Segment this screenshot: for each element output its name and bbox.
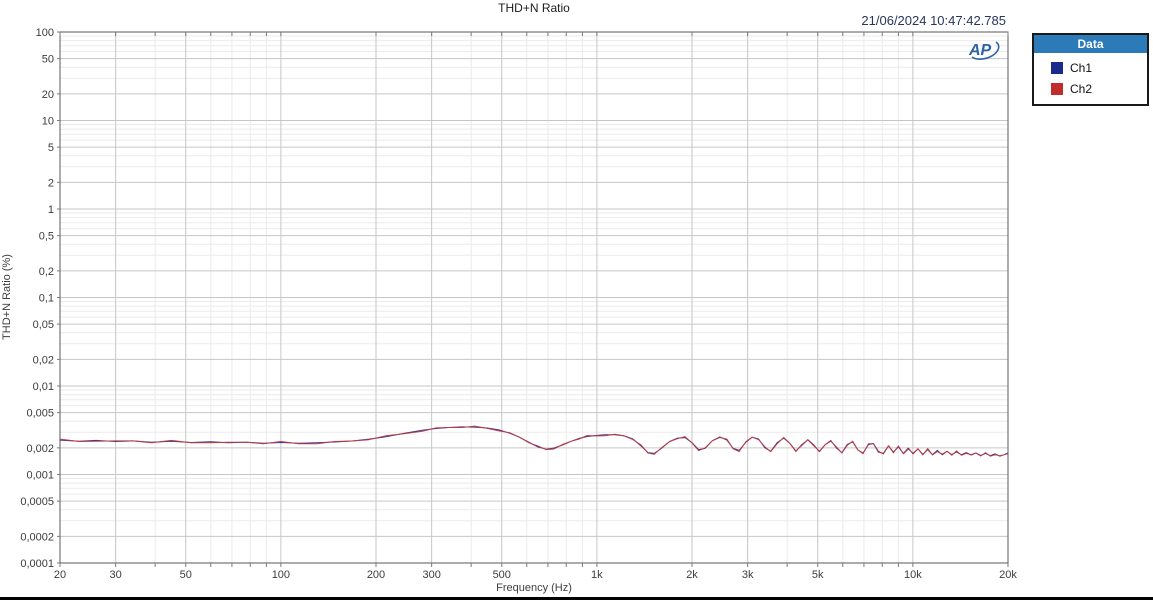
y-tick-label: 0,002 <box>26 443 54 455</box>
trace-ch1 <box>59 426 1009 457</box>
legend-header: Data <box>1034 35 1147 53</box>
y-tick-label: 10 <box>42 116 54 128</box>
y-tick-label: 0,1 <box>39 293 54 305</box>
y-axis-title: THD+N Ratio (%) <box>1 254 13 340</box>
x-tick-label: 5k <box>812 569 824 581</box>
x-tick-label: 3k <box>742 569 754 581</box>
y-tick-label: 0,0002 <box>20 531 54 543</box>
y-tick-label: 50 <box>42 54 54 66</box>
trace-ch2 <box>59 425 1009 457</box>
plot-area: 20 30 50 100 200 300 500 1k 2k 3k 5k 10k 20k 100 50 20 1… <box>20 27 1017 581</box>
x-tick-label: 100 <box>272 569 290 581</box>
y-tick-label: 0,001 <box>26 470 54 482</box>
x-tick-label: 20 <box>54 569 66 581</box>
y-tick-label: 0,5 <box>39 231 54 243</box>
x-tick-label: 2k <box>686 569 698 581</box>
legend-swatch-ch1 <box>1051 61 1063 74</box>
x-tick-label: 200 <box>367 569 385 581</box>
y-tick-label: 0,01 <box>33 381 54 393</box>
y-tick-label: 20 <box>42 89 54 101</box>
y-tick-label: 0,02 <box>33 354 54 366</box>
legend-box: Data Ch1 Ch2 <box>1032 33 1149 106</box>
y-tick-label: 100 <box>36 27 54 39</box>
y-tick-label: 2 <box>48 177 54 189</box>
y-tick-label: 1 <box>48 204 54 216</box>
legend-item-ch2[interactable]: Ch2 <box>1051 78 1147 99</box>
y-tick-label: 0,005 <box>26 408 54 420</box>
ap-logo-text: AP <box>968 42 992 59</box>
y-tick-label: 0,2 <box>39 266 54 278</box>
legend-item-ch1[interactable]: Ch1 <box>1051 57 1147 78</box>
ap-measurement-figure: THD+N Ratio 21/06/2024 10:47:42.785 20 30… <box>0 0 1153 600</box>
ap-logo-icon: AP <box>968 41 1000 60</box>
y-tick-label: 0,0001 <box>20 558 54 570</box>
legend-items: Ch1 Ch2 <box>1034 53 1147 104</box>
y-tick-label: 0,05 <box>33 319 54 331</box>
y-tick-label: 5 <box>48 142 54 154</box>
x-axis-title: Frequency (Hz) <box>496 582 572 594</box>
x-tick-label: 1k <box>591 569 603 581</box>
legend-label: Ch2 <box>1070 81 1093 96</box>
y-tick-label: 0,0005 <box>20 496 54 508</box>
x-tick-label: 10k <box>904 569 922 581</box>
x-tick-label: 500 <box>493 569 511 581</box>
x-tick-label: 20k <box>999 569 1017 581</box>
x-tick-label: 300 <box>422 569 440 581</box>
x-tick-label: 30 <box>110 569 122 581</box>
x-tick-label: 50 <box>180 569 192 581</box>
legend-label: Ch1 <box>1070 60 1093 75</box>
legend-swatch-ch2 <box>1051 82 1063 95</box>
